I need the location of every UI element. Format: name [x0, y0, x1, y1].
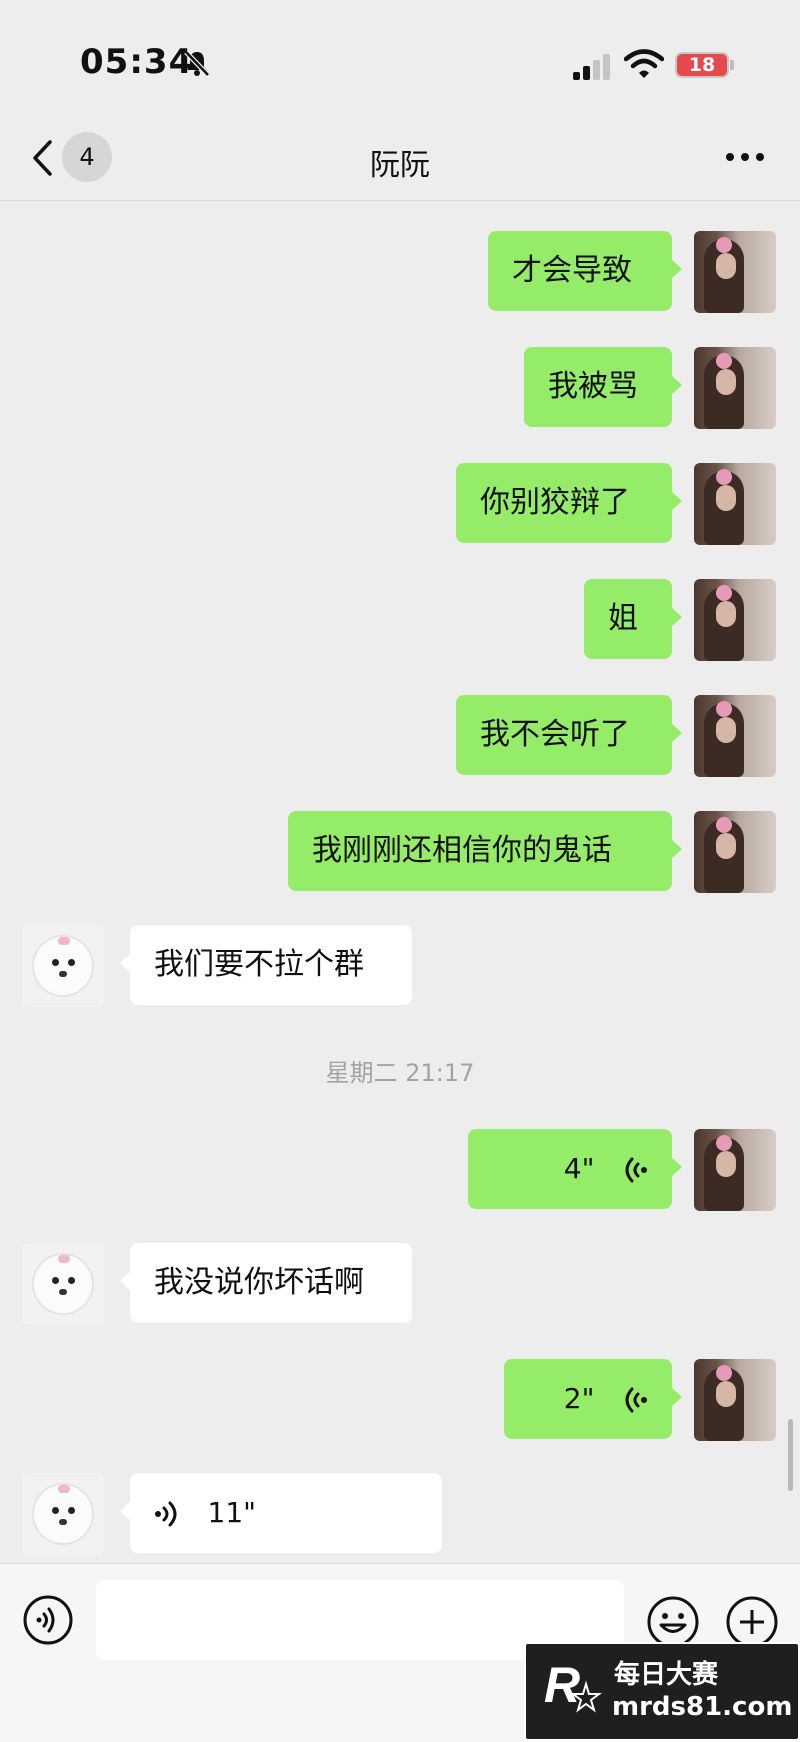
status-time: 05:34 [80, 42, 194, 82]
more-options-icon[interactable] [724, 150, 766, 164]
watermark-logo-letter: R [544, 1657, 580, 1713]
voice-wave-icon [625, 1157, 647, 1182]
voice-duration: 11" [207, 1496, 257, 1529]
message-bubble-outgoing[interactable]: 才会导致 [488, 231, 682, 311]
voice-input-button[interactable] [22, 1594, 74, 1646]
voice-duration: 4" [563, 1152, 595, 1185]
message-bubble-incoming[interactable]: 我没说你坏话啊 [120, 1243, 412, 1323]
my-avatar[interactable] [694, 231, 776, 313]
status-bar: 05:34 18 [0, 0, 800, 120]
voice-wave-icon [625, 1387, 647, 1412]
mute-bell-icon [184, 50, 210, 77]
watermark-url: mrds81.com [612, 1692, 793, 1722]
watermark-logo: R [544, 1657, 602, 1713]
wifi-icon [624, 49, 664, 78]
time-divider: 星期二 21:17 [325, 1059, 475, 1087]
battery-level: 18 [688, 54, 716, 76]
battery-tip [730, 60, 734, 70]
voice-message-outgoing[interactable]: 2" [504, 1359, 682, 1439]
my-avatar[interactable] [694, 1129, 776, 1211]
scrollbar[interactable] [788, 1419, 793, 1491]
voice-duration: 2" [563, 1382, 595, 1415]
message-bubble-outgoing[interactable]: 我被骂 [524, 347, 682, 427]
my-avatar[interactable] [694, 1359, 776, 1441]
my-avatar[interactable] [694, 579, 776, 661]
cellular-signal-icon [573, 54, 610, 80]
watermark-title: 每日大赛 [614, 1660, 719, 1690]
voice-message-outgoing[interactable]: 4" [468, 1129, 682, 1209]
chat-title: 阮阮 [370, 148, 430, 183]
message-list[interactable]: 才会导致 我被骂 你别狡辩了 姐 我不会听了 我刚刚还相信你的鬼话 我们要不拉个… [0, 201, 800, 1561]
watermark: R 每日大赛 mrds81.com [524, 1642, 800, 1741]
my-avatar[interactable] [694, 811, 776, 893]
my-avatar[interactable] [694, 463, 776, 545]
message-bubble-outgoing[interactable]: 姐 [584, 579, 682, 659]
message-bubble-outgoing[interactable]: 我不会听了 [456, 695, 682, 775]
chat-header: 4 阮阮 [0, 120, 800, 201]
my-avatar[interactable] [694, 695, 776, 777]
message-bubble-outgoing[interactable]: 我刚刚还相信你的鬼话 [288, 811, 682, 891]
voice-wave-icon [155, 1501, 177, 1526]
my-avatar[interactable] [694, 347, 776, 429]
message-bubble-incoming[interactable]: 我们要不拉个群 [120, 925, 412, 1005]
message-bubble-outgoing[interactable]: 你别狡辩了 [456, 463, 682, 543]
contact-avatar[interactable] [22, 925, 104, 1007]
voice-message-incoming[interactable]: 11" [120, 1473, 442, 1553]
contact-avatar[interactable] [22, 1473, 104, 1555]
contact-avatar[interactable] [22, 1243, 104, 1325]
battery-indicator: 18 [675, 52, 729, 78]
